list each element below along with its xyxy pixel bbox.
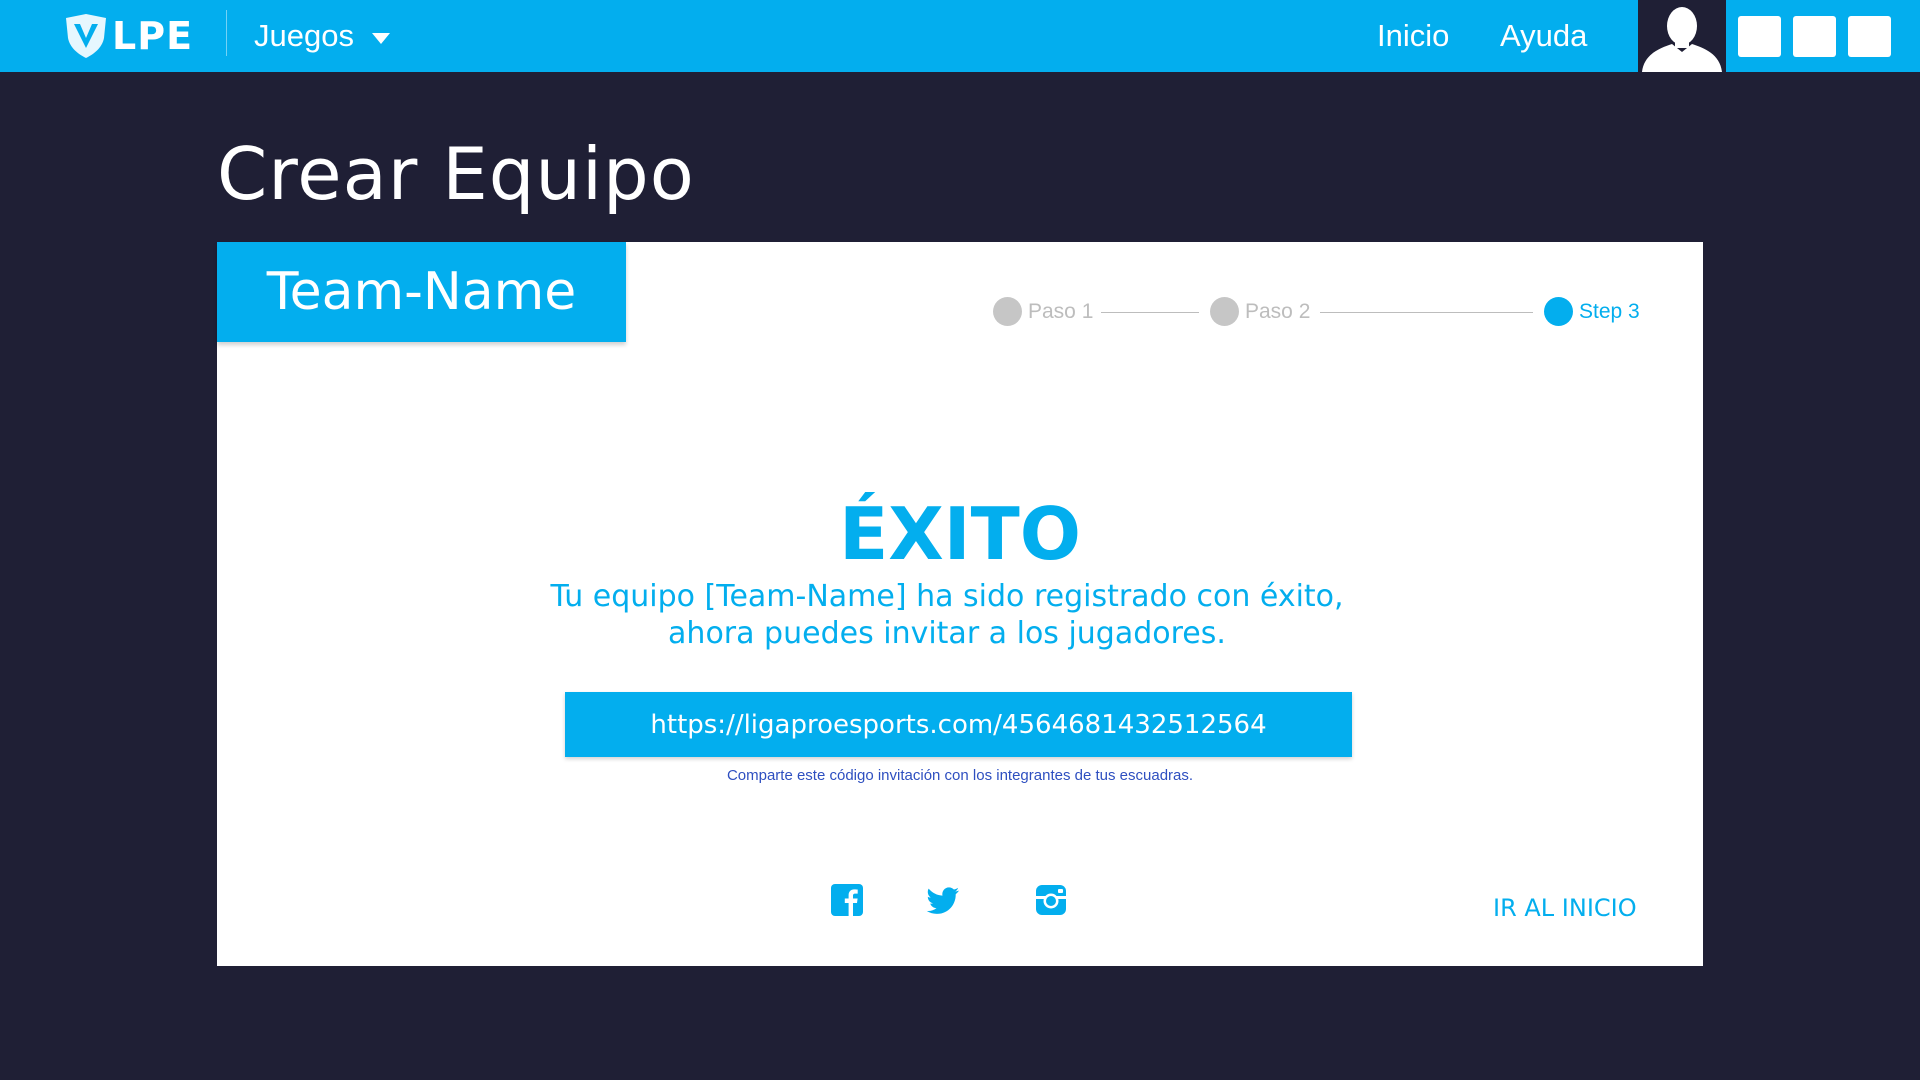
nav-help-link[interactable]: Ayuda	[1500, 0, 1587, 72]
header-action-button-1[interactable]	[1738, 16, 1781, 57]
user-avatar[interactable]	[1638, 0, 1726, 72]
step-2-label: Paso 2	[1245, 299, 1311, 323]
header-action-button-2[interactable]	[1793, 16, 1836, 57]
logo[interactable]: LPE	[62, 12, 193, 60]
team-name-tab: Team-Name	[217, 242, 626, 342]
shield-logo-icon	[66, 14, 106, 58]
games-dropdown-label: Juegos	[254, 18, 354, 53]
share-hint: Comparte este código invitación con los …	[726, 767, 1194, 784]
step-3: Step 3	[1544, 297, 1640, 326]
step-3-dot	[1544, 297, 1573, 326]
page-title: Crear Equipo	[217, 132, 695, 216]
twitter-icon[interactable]	[925, 882, 961, 918]
step-connector-1	[1101, 312, 1199, 313]
top-navbar: LPE Juegos Inicio Ayuda	[0, 0, 1920, 72]
facebook-icon[interactable]	[829, 882, 865, 918]
success-message: Tu equipo [Team-Name] ha sido registrado…	[217, 578, 1677, 652]
step-1-dot	[993, 297, 1022, 326]
games-dropdown[interactable]: Juegos	[254, 0, 390, 72]
step-1-label: Paso 1	[1028, 299, 1094, 323]
success-title: ÉXITO	[839, 492, 1081, 576]
invite-link-box[interactable]: https://ligaproesports.com/4564681432512…	[565, 692, 1352, 757]
caret-down-icon	[371, 32, 390, 44]
step-2: Paso 2	[1210, 297, 1310, 326]
header-action-button-3[interactable]	[1848, 16, 1891, 57]
success-message-line-1: Tu equipo [Team-Name] ha sido registrado…	[550, 579, 1344, 614]
instagram-icon[interactable]	[1033, 882, 1069, 918]
step-2-dot	[1210, 297, 1239, 326]
success-message-line-2: ahora puedes invitar a los jugadores.	[668, 616, 1226, 651]
user-silhouette-icon	[1642, 7, 1722, 72]
create-team-card: Team-Name Paso 1 Paso 2 Step 3 ÉXITO Tu …	[217, 242, 1703, 966]
step-3-label: Step 3	[1579, 299, 1640, 323]
logo-text: LPE	[112, 14, 194, 58]
go-home-link[interactable]: IR AL INICIO	[1493, 894, 1637, 922]
nav-home-link[interactable]: Inicio	[1377, 0, 1449, 72]
step-connector-2	[1320, 312, 1533, 313]
header-divider	[226, 10, 227, 56]
step-1: Paso 1	[993, 297, 1093, 326]
